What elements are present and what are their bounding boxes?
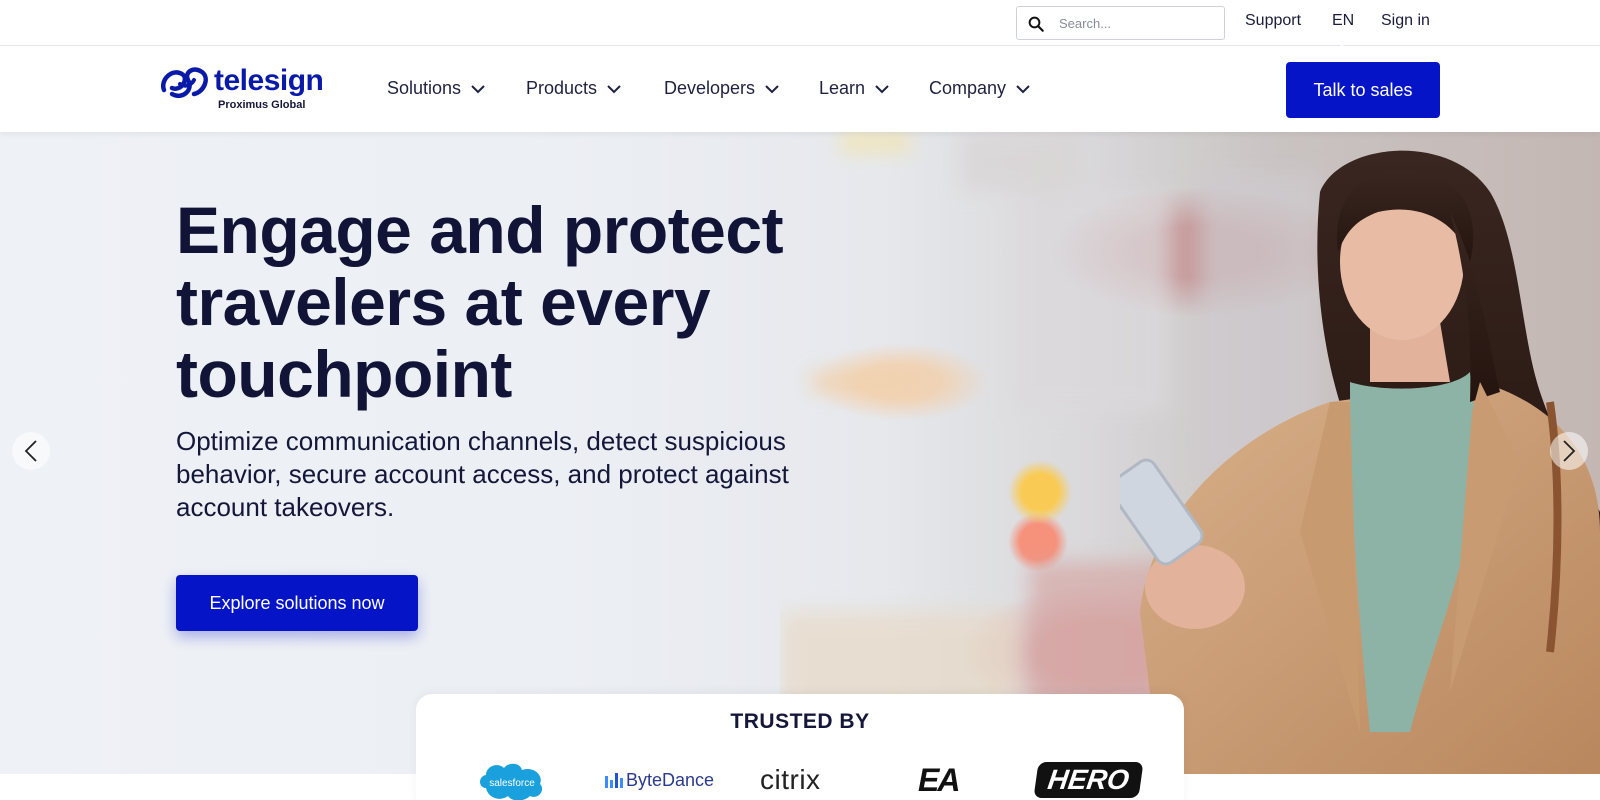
nav-solutions[interactable]: Solutions <box>387 78 485 99</box>
brand-logo-bytedance: ByteDance <box>604 760 714 800</box>
chevron-down-icon <box>1016 84 1030 93</box>
talk-to-sales-button[interactable]: Talk to sales <box>1286 62 1440 118</box>
nav-label: Products <box>526 78 598 98</box>
trusted-by-title: TRUSTED BY <box>730 710 870 733</box>
nav-label: Solutions <box>387 78 462 98</box>
brand-logo-citrix: citrix <box>760 760 821 800</box>
trusted-by-card: TRUSTED BY salesforce ByteDance citrix E… <box>416 694 1184 800</box>
main-nav: telesign Proximus Global Solutions Produ… <box>0 46 1600 132</box>
carousel-next-button[interactable] <box>1550 432 1588 470</box>
nav-company[interactable]: Company <box>929 78 1030 99</box>
utility-bar: Support EN Sign in <box>0 0 1600 46</box>
logo-tagline: Proximus Global <box>218 99 306 111</box>
support-link[interactable]: Support <box>1245 12 1301 30</box>
chevron-right-icon <box>1563 440 1576 462</box>
brand-bytedance-text: ByteDance <box>626 769 715 790</box>
chevron-left-icon <box>24 440 37 462</box>
brand-salesforce-text: salesforce <box>489 778 535 789</box>
hero-title: Engage and protect travelers at every to… <box>176 193 784 411</box>
brand-logo-salesforce: salesforce <box>476 760 548 800</box>
brand-ea-text: EA <box>918 761 960 798</box>
nav-products[interactable]: Products <box>526 78 621 99</box>
salesforce-logo-icon: salesforce <box>480 763 543 800</box>
hero-section: Engage and protect travelers at every to… <box>0 132 1600 774</box>
hero-logo-badge: HERO <box>1033 762 1144 798</box>
nav-label: Developers <box>664 78 756 98</box>
hero-subtitle: Optimize communication channels, detect … <box>176 426 789 522</box>
hero-person-image <box>1120 150 1600 774</box>
search-box[interactable] <box>1016 6 1225 40</box>
chevron-down-icon <box>471 84 485 93</box>
carousel-prev-button[interactable] <box>12 432 50 470</box>
search-icon[interactable] <box>1027 15 1045 33</box>
language-selector[interactable]: EN <box>1332 12 1354 30</box>
chevron-down-icon <box>607 84 621 93</box>
logo-mark-icon <box>160 67 208 98</box>
explore-solutions-button[interactable]: Explore solutions now <box>176 575 418 631</box>
brand-hero-text: HERO <box>1045 764 1132 795</box>
nav-learn[interactable]: Learn <box>819 78 889 99</box>
search-input[interactable] <box>1059 13 1217 33</box>
chevron-down-icon <box>875 84 889 93</box>
brand-logo-ea: EA <box>918 760 960 800</box>
logo-wordmark: telesign <box>214 64 324 97</box>
sign-in-link[interactable]: Sign in <box>1381 12 1430 30</box>
nav-label: Company <box>929 78 1007 98</box>
bytedance-mark-icon <box>605 773 623 788</box>
nav-developers[interactable]: Developers <box>664 78 779 99</box>
brand-logo-hero: HERO <box>1033 760 1144 800</box>
chevron-down-icon <box>765 84 779 93</box>
nav-label: Learn <box>819 78 866 98</box>
logo[interactable]: telesign Proximus Global <box>158 64 328 114</box>
brand-citrix-text: citrix <box>760 764 821 795</box>
